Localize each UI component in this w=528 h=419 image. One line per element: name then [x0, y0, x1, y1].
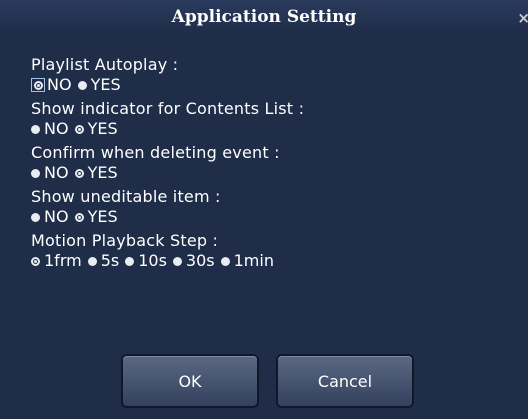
- radio-group: NO YES: [31, 207, 304, 227]
- radio-checked-icon: [74, 124, 84, 134]
- radio-checked-icon: [33, 80, 43, 90]
- radio-unchecked-icon: [31, 168, 40, 178]
- radio-unchecked-icon: [220, 256, 230, 266]
- settings-list: Playlist Autoplay : NO YES Show indicato…: [31, 55, 304, 275]
- radio-checked-icon: [74, 212, 84, 222]
- radio-group: NO YES: [31, 119, 304, 139]
- radio-option-30s[interactable]: 30s: [172, 251, 215, 271]
- setting-label: Playlist Autoplay :: [31, 55, 179, 74]
- radio-option-10s[interactable]: 10s: [125, 251, 167, 271]
- radio-label: YES: [90, 75, 121, 94]
- radio-option-5s[interactable]: 5s: [87, 251, 120, 271]
- radio-checked-icon: [31, 256, 40, 266]
- radio-label: YES: [87, 163, 118, 182]
- radio-group: NO YES: [31, 163, 304, 183]
- radio-label: NO: [47, 75, 72, 94]
- setting-motion-playback-step: Motion Playback Step : 1frm 5s 10s 30s 1…: [31, 231, 304, 271]
- setting-playlist-autoplay: Playlist Autoplay : NO YES: [31, 55, 304, 95]
- radio-checked-icon: [74, 168, 84, 178]
- radio-unchecked-icon: [31, 124, 40, 134]
- radio-label: NO: [44, 163, 69, 182]
- radio-label: NO: [44, 119, 69, 138]
- setting-show-indicator: Show indicator for Contents List : NO YE…: [31, 99, 304, 139]
- radio-label: 1frm: [44, 251, 82, 270]
- radio-label: 30s: [185, 251, 215, 270]
- radio-unchecked-icon: [77, 80, 87, 90]
- setting-show-uneditable: Show uneditable item : NO YES: [31, 187, 304, 227]
- application-setting-dialog: Application Setting × Playlist Autoplay …: [0, 0, 528, 419]
- radio-unchecked-icon: [125, 256, 135, 266]
- radio-option-yes[interactable]: YES: [74, 119, 118, 139]
- setting-label: Show indicator for Contents List :: [31, 99, 305, 118]
- focus-indicator: [31, 78, 45, 92]
- radio-unchecked-icon: [172, 256, 182, 266]
- radio-label: YES: [87, 119, 118, 138]
- ok-button[interactable]: OK: [123, 356, 257, 406]
- radio-option-no[interactable]: NO: [31, 207, 69, 227]
- radio-option-yes[interactable]: YES: [74, 207, 118, 227]
- radio-option-1frm[interactable]: 1frm: [31, 251, 82, 271]
- radio-option-no[interactable]: NO: [31, 119, 69, 139]
- radio-label: YES: [87, 207, 118, 226]
- radio-label: NO: [44, 207, 69, 226]
- radio-option-no[interactable]: NO: [31, 163, 69, 183]
- setting-label: Show uneditable item :: [31, 187, 221, 206]
- radio-label: 10s: [138, 251, 167, 270]
- radio-option-1min[interactable]: 1min: [220, 251, 274, 271]
- setting-label: Motion Playback Step :: [31, 231, 219, 250]
- radio-option-no[interactable]: NO: [31, 75, 72, 95]
- radio-group: NO YES: [31, 75, 304, 95]
- cancel-button[interactable]: Cancel: [278, 356, 412, 406]
- radio-unchecked-icon: [87, 256, 97, 266]
- radio-unchecked-icon: [31, 212, 40, 222]
- dialog-title: Application Setting: [171, 7, 357, 27]
- close-icon[interactable]: ×: [517, 9, 528, 27]
- radio-option-yes[interactable]: YES: [77, 75, 121, 95]
- dialog-titlebar: Application Setting ×: [0, 0, 528, 34]
- setting-confirm-delete: Confirm when deleting event : NO YES: [31, 143, 304, 183]
- radio-label: 1min: [233, 251, 274, 270]
- radio-group: 1frm 5s 10s 30s 1min: [31, 251, 304, 271]
- radio-option-yes[interactable]: YES: [74, 163, 118, 183]
- setting-label: Confirm when deleting event :: [31, 143, 280, 162]
- radio-label: 5s: [100, 251, 120, 270]
